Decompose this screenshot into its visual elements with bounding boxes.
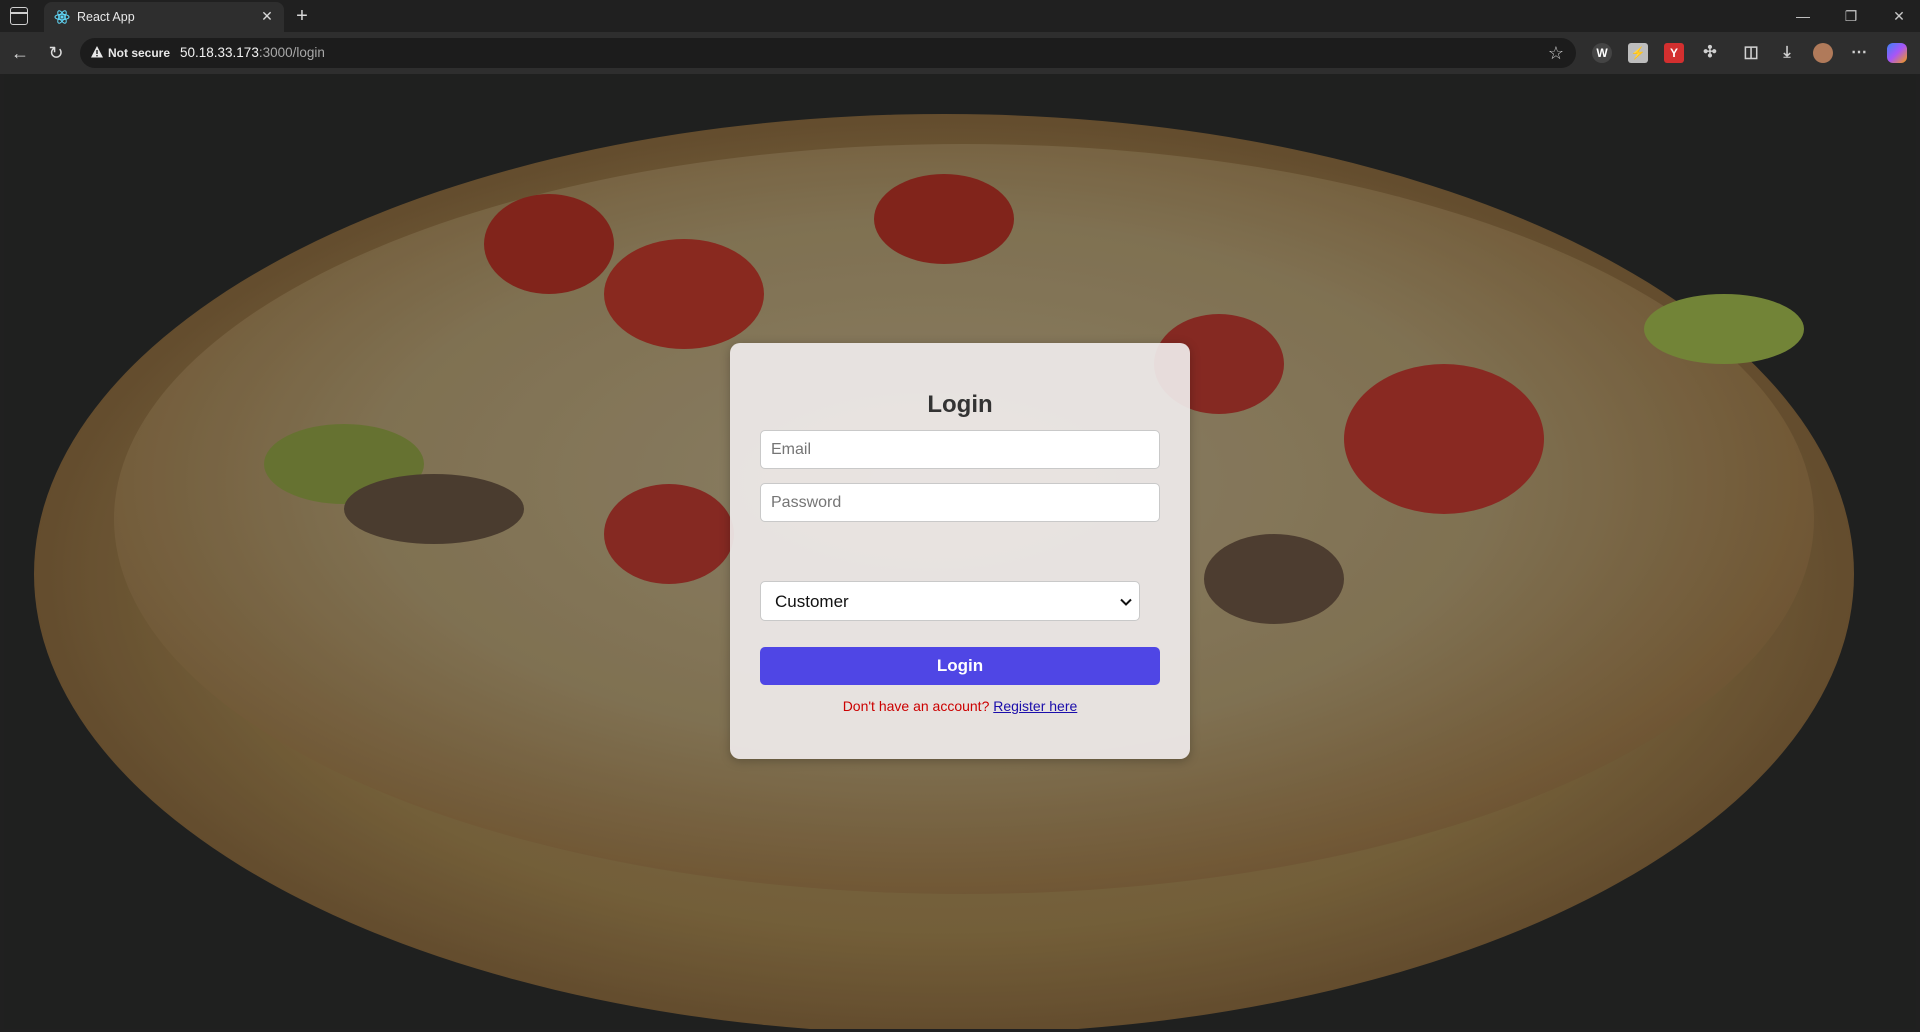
back-icon[interactable]: ← — [8, 41, 32, 65]
close-tab-icon[interactable]: ✕ — [258, 7, 276, 25]
browser-tab-bar: React App ✕ + — ❐ ✕ — [0, 0, 1920, 32]
browser-toolbar: ← ↻ Not secure 50.18.33.173:3000/login ☆… — [0, 32, 1920, 74]
split-screen-icon[interactable]: ◫ — [1741, 43, 1761, 63]
extension-notes-icon[interactable]: ⚡ — [1628, 43, 1648, 63]
url-path: :3000/login — [258, 45, 325, 60]
login-title: Login — [927, 391, 993, 418]
url-host: 50.18.33.173 — [180, 45, 259, 60]
extension-y-icon[interactable]: Y — [1664, 43, 1684, 63]
extension-w-icon[interactable]: W — [1592, 43, 1612, 63]
tab-react-app[interactable]: React App ✕ — [44, 2, 284, 32]
address-bar[interactable]: Not secure 50.18.33.173:3000/login ☆ — [80, 38, 1576, 68]
role-select-value: Customer — [775, 592, 849, 611]
role-select[interactable]: Customer — [760, 581, 1140, 621]
profile-avatar-icon[interactable] — [1813, 43, 1833, 63]
minimize-icon[interactable]: — — [1788, 5, 1818, 27]
reload-icon[interactable]: ↻ — [44, 41, 68, 65]
extensions-puzzle-icon[interactable]: ✣ — [1700, 43, 1720, 63]
new-tab-icon[interactable]: + — [290, 4, 314, 28]
login-card: Login Customer Login Don't have an accou… — [730, 343, 1190, 759]
tab-title: React App — [77, 10, 135, 24]
login-button[interactable]: Login — [760, 647, 1160, 685]
react-icon — [54, 10, 70, 24]
close-window-icon[interactable]: ✕ — [1884, 5, 1914, 27]
register-link[interactable]: Register here — [993, 698, 1077, 714]
favorite-star-icon[interactable]: ☆ — [1546, 43, 1566, 63]
page-viewport: Login Customer Login Don't have an accou… — [4, 74, 1916, 1029]
email-input[interactable] — [760, 430, 1160, 469]
password-input[interactable] — [760, 483, 1160, 522]
tab-actions-icon[interactable] — [10, 7, 28, 25]
security-label[interactable]: Not secure — [108, 46, 170, 60]
downloads-icon[interactable]: ⤓ — [1777, 43, 1797, 63]
restore-icon[interactable]: ❐ — [1836, 5, 1866, 27]
copilot-icon[interactable] — [1887, 43, 1907, 63]
warning-icon — [91, 46, 103, 58]
register-line: Don't have an account? Register here — [730, 698, 1190, 714]
more-menu-icon[interactable]: ⋯ — [1849, 43, 1869, 63]
register-prompt: Don't have an account? — [842, 698, 990, 714]
url-text: 50.18.33.173:3000/login — [180, 45, 325, 60]
chevron-down-icon — [1120, 598, 1132, 606]
